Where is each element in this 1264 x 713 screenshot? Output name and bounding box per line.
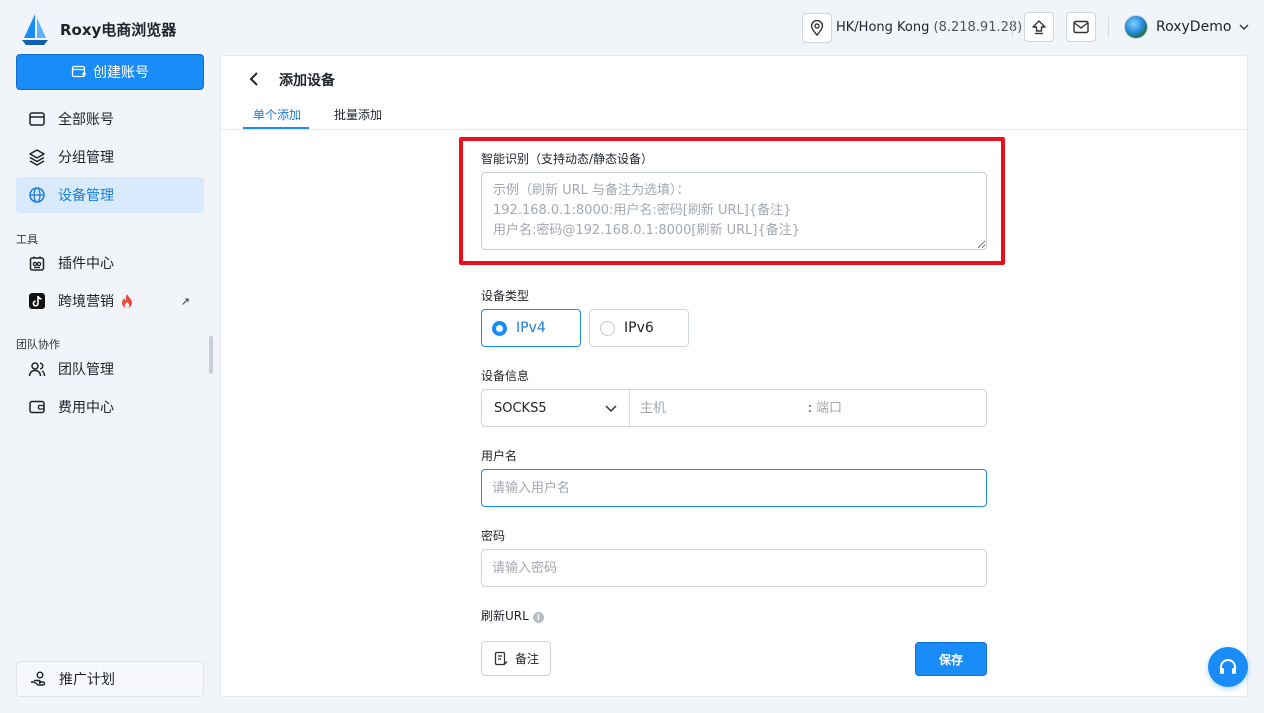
- sidebar-item-team[interactable]: 团队管理: [16, 351, 204, 387]
- tab-batch-add[interactable]: 批量添加: [334, 106, 382, 123]
- window-icon: [26, 108, 48, 130]
- upload-button[interactable]: [1024, 12, 1054, 42]
- username-label: 用户名: [481, 449, 518, 463]
- sidebar-item-label: 设备管理: [58, 188, 114, 204]
- app-name: Roxy电商浏览器: [60, 20, 177, 39]
- radio-ipv4[interactable]: IPv4: [481, 309, 581, 347]
- support-button[interactable]: [1208, 647, 1248, 687]
- sidebar-item-all-accounts[interactable]: 全部账号: [16, 101, 204, 137]
- sidebar-scrollbar[interactable]: [209, 336, 213, 374]
- radio-label: IPv6: [624, 320, 654, 336]
- sidebar-item-label: 分组管理: [58, 150, 114, 166]
- main-panel: 添加设备 单个添加 批量添加: [220, 55, 1248, 697]
- mail-icon: [1073, 20, 1089, 34]
- location-name: HK/Hong Kong: [836, 20, 930, 35]
- refresh-url-label: 刷新URL i: [481, 607, 544, 624]
- sidebar-item-groups[interactable]: 分组管理: [16, 139, 204, 175]
- sidebar: Roxy电商浏览器 创建账号 全部账号 分组管理 设备管理 工具 插件中心 跨境…: [0, 0, 220, 713]
- smart-recognition-label: 智能识别（支持动态/静态设备）: [481, 152, 654, 166]
- sidebar-item-devices[interactable]: 设备管理: [16, 177, 204, 213]
- page-title: 添加设备: [279, 73, 335, 89]
- tab-single-add[interactable]: 单个添加: [253, 106, 301, 123]
- sidebar-item-label: 全部账号: [58, 112, 114, 128]
- password-label: 密码: [481, 529, 506, 543]
- avatar: [1124, 15, 1148, 39]
- refresh-url-text: 刷新URL: [481, 609, 529, 623]
- add-account-icon: [71, 65, 86, 78]
- tiktok-icon: [26, 290, 48, 312]
- password-input[interactable]: [481, 549, 987, 587]
- plugin-icon: [26, 252, 48, 274]
- fire-icon: [120, 293, 134, 309]
- users-icon: [26, 358, 48, 380]
- chevron-down-icon: [605, 404, 617, 412]
- handshake-icon: [27, 668, 49, 690]
- port-input[interactable]: [814, 390, 986, 426]
- port-separator: :: [807, 400, 813, 416]
- sidebar-item-label: 团队管理: [58, 362, 114, 378]
- location-readout: HK/Hong Kong (8.218.91.28): [836, 20, 1022, 35]
- messages-button[interactable]: [1066, 12, 1096, 42]
- radio-checked-icon: [492, 320, 507, 336]
- protocol-select[interactable]: SOCKS5: [482, 390, 630, 426]
- device-info-group: SOCKS5 :: [481, 389, 987, 427]
- smart-recognition-textarea[interactable]: [481, 172, 987, 250]
- device-type-label: 设备类型: [481, 289, 530, 303]
- sidebar-item-promotion[interactable]: 推广计划: [16, 661, 204, 697]
- device-info-label: 设备信息: [481, 369, 530, 383]
- create-account-button[interactable]: 创建账号: [16, 54, 204, 90]
- username-input[interactable]: [481, 469, 987, 507]
- external-link-icon: ↗: [180, 294, 190, 308]
- user-name: RoxyDemo: [1156, 19, 1232, 35]
- chevron-down-icon: [1239, 24, 1249, 30]
- promo-label: 推广计划: [59, 672, 115, 688]
- radio-ipv6[interactable]: IPv6: [589, 309, 689, 347]
- radio-label: IPv4: [516, 320, 546, 336]
- user-menu[interactable]: RoxyDemo: [1124, 15, 1249, 39]
- brand: Roxy电商浏览器: [20, 12, 176, 46]
- location-pin-icon: [810, 20, 824, 36]
- info-icon[interactable]: i: [532, 612, 544, 623]
- location-ip: (8.218.91.28): [933, 20, 1023, 35]
- host-input[interactable]: [629, 390, 806, 426]
- layers-icon: [26, 146, 48, 168]
- upload-icon: [1032, 20, 1046, 35]
- globe-icon: [26, 184, 48, 206]
- location-button[interactable]: [802, 13, 832, 43]
- back-button[interactable]: [249, 70, 267, 88]
- sailboat-logo-icon: [22, 14, 48, 45]
- sidebar-item-plugins[interactable]: 插件中心: [16, 245, 204, 281]
- topbar-divider: [1012, 17, 1013, 37]
- topbar-divider: [1108, 17, 1109, 37]
- sidebar-item-label: 费用中心: [58, 400, 114, 416]
- wallet-icon: [26, 396, 48, 418]
- sidebar-item-label: 跨境营销: [58, 294, 114, 310]
- save-button[interactable]: 保存: [915, 642, 987, 676]
- protocol-value: SOCKS5: [494, 400, 547, 416]
- chevron-left-icon: [249, 72, 258, 86]
- sidebar-item-billing[interactable]: 费用中心: [16, 389, 204, 425]
- note-button-label: 备注: [515, 652, 540, 666]
- sidebar-item-marketing[interactable]: 跨境营销 ↗: [16, 283, 204, 319]
- create-account-label: 创建账号: [93, 65, 149, 81]
- section-team: 团队协作: [16, 338, 60, 351]
- headset-icon: [1220, 659, 1236, 674]
- tab-bar: 单个添加 批量添加: [221, 100, 1247, 130]
- note-button[interactable]: 备注: [481, 641, 551, 676]
- radio-unchecked-icon: [600, 320, 615, 336]
- sidebar-item-label: 插件中心: [58, 256, 114, 272]
- active-tab-indicator: [243, 127, 309, 129]
- note-icon: [494, 651, 508, 666]
